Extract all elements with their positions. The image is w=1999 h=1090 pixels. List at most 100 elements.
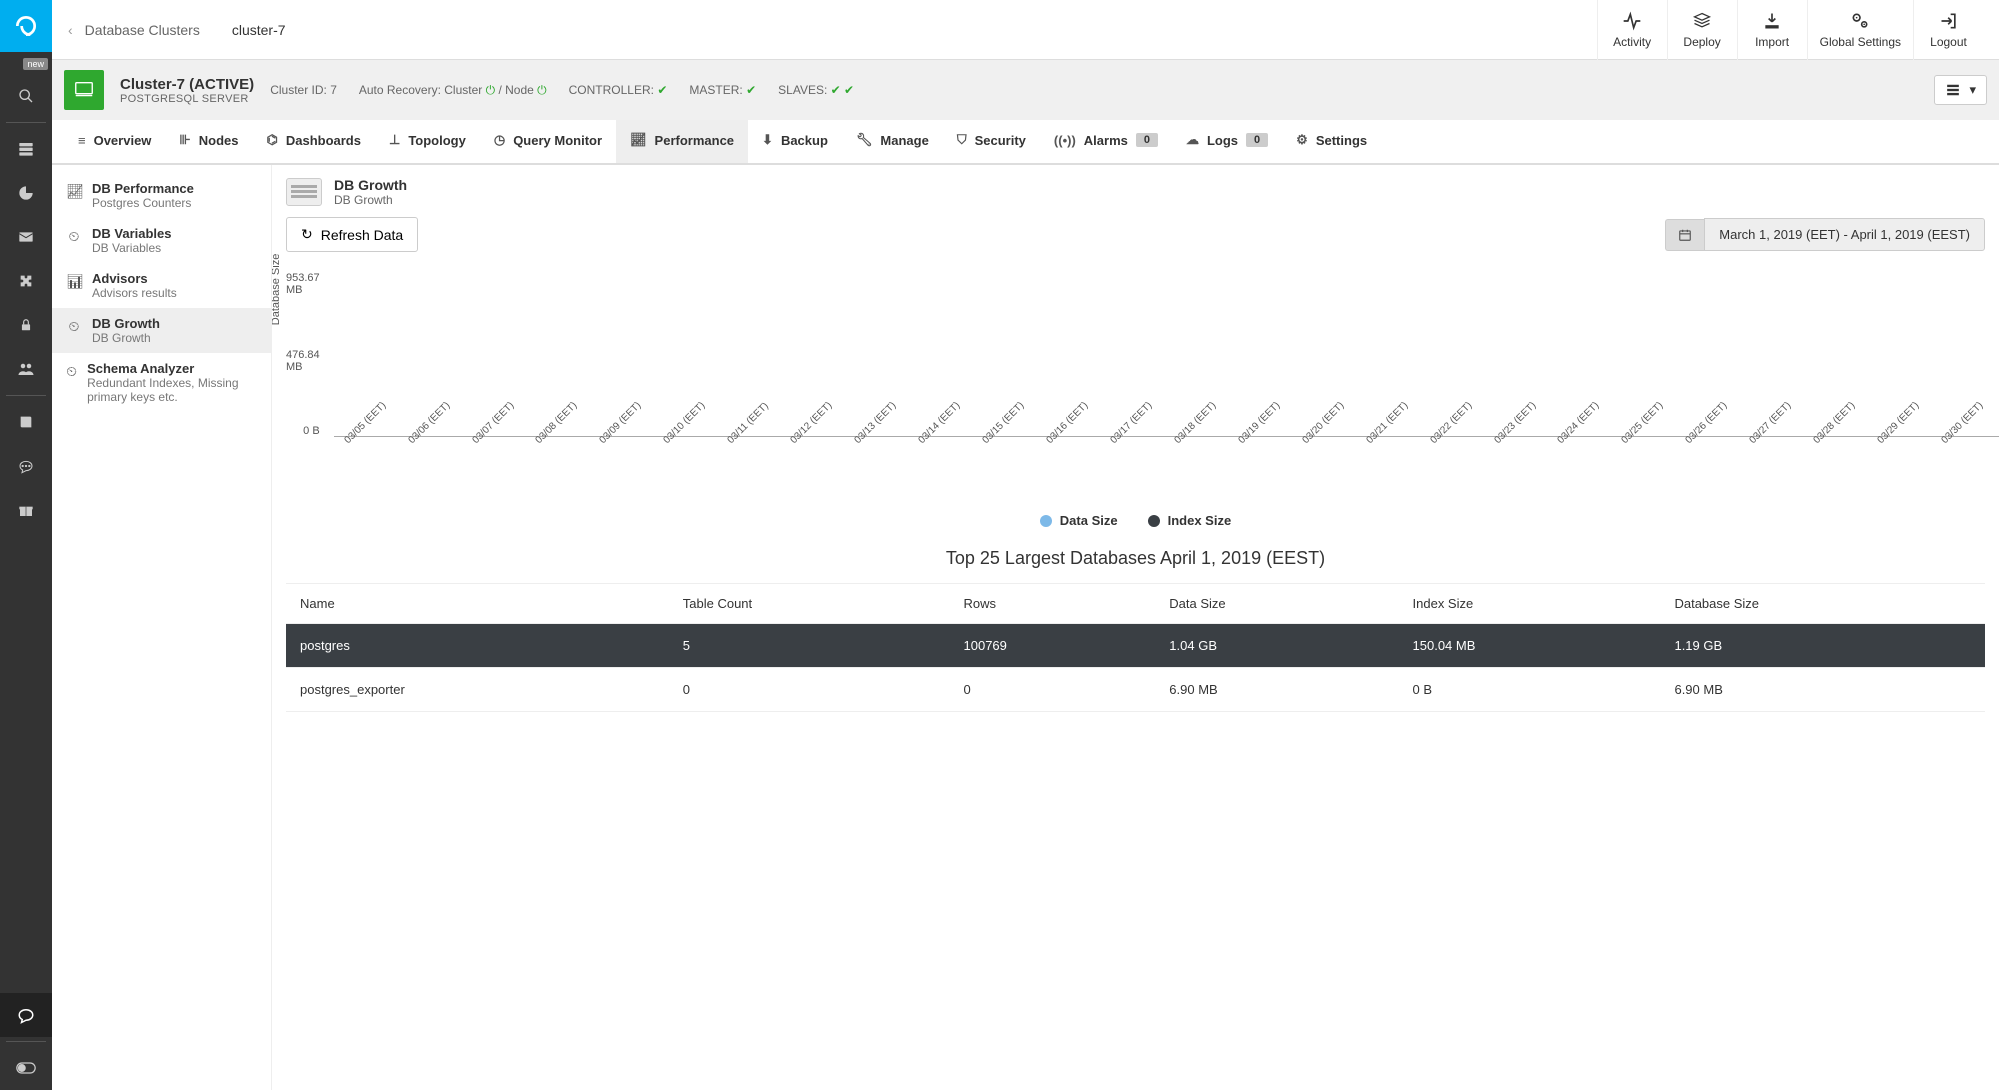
tab-logs[interactable]: ☁︎Logs0 xyxy=(1172,120,1282,163)
tab-alarms[interactable]: ((•))Alarms0 xyxy=(1040,120,1172,163)
tab-security[interactable]: ⛉Security xyxy=(943,120,1040,163)
check-icon: ✔ xyxy=(657,83,667,97)
search-icon[interactable] xyxy=(0,74,52,118)
logs-count-badge: 0 xyxy=(1246,133,1268,147)
logout-button[interactable]: Logout xyxy=(1913,0,1983,60)
table-row[interactable]: postgres_exporter006.90 MB0 B6.90 MB xyxy=(286,668,1985,712)
tab-dashboards[interactable]: ⌬Dashboards xyxy=(252,120,375,163)
table-cell: 1.04 GB xyxy=(1155,624,1398,668)
cluster-title: Cluster-7 (ACTIVE) xyxy=(120,76,254,93)
table-title: Top 25 Largest Databases April 1, 2019 (… xyxy=(286,548,1985,569)
sidebar-item-db-growth[interactable]: ⏲︎ DB GrowthDB Growth xyxy=(52,308,271,353)
refresh-icon: ↻ xyxy=(301,226,313,243)
table-cell: 0 xyxy=(950,668,1156,712)
tab-settings[interactable]: ⚙︎Settings xyxy=(1282,120,1381,163)
x-axis: 03/05 (EET)03/06 (EET)03/07 (EET)03/08 (… xyxy=(334,441,1999,501)
list-icon: ≡ xyxy=(78,133,86,148)
gauge-icon: ⏲︎ xyxy=(66,228,82,245)
topology-icon: ⊥ xyxy=(389,132,400,148)
cluster-header: Cluster-7 (ACTIVE) POSTGRESQL SERVER Clu… xyxy=(52,60,1999,120)
import-icon xyxy=(1762,11,1782,31)
chart-legend: Data Size Index Size xyxy=(286,513,1985,528)
logout-icon xyxy=(1939,11,1959,31)
legend-data-size: Data Size xyxy=(1040,513,1118,528)
table-cell: 5 xyxy=(669,624,950,668)
sidebar-item-schema-analyzer[interactable]: ⏲︎ Schema AnalyzerRedundant Indexes, Mis… xyxy=(52,353,271,412)
stats-icon: 📊︎ xyxy=(66,273,82,290)
breadcrumb: ‹ Database Clusters cluster-7 xyxy=(68,22,286,38)
mail-icon[interactable] xyxy=(0,215,52,259)
table-cell: 6.90 MB xyxy=(1660,668,1985,712)
activity-button[interactable]: Activity xyxy=(1597,0,1667,60)
download-icon: ⬇︎ xyxy=(762,132,773,148)
nodes-icon: ⊪ xyxy=(179,132,190,148)
chart-line-icon: 📈︎ xyxy=(66,183,82,200)
legend-index-size: Index Size xyxy=(1148,513,1232,528)
caret-down-icon: ▾ xyxy=(1969,82,1976,98)
view-mode-button[interactable]: ▾ xyxy=(1934,75,1987,105)
lock-icon[interactable] xyxy=(0,303,52,347)
global-settings-button[interactable]: Global Settings xyxy=(1807,0,1913,60)
tab-performance[interactable]: 📈︎Performance xyxy=(616,120,748,163)
servers-icon[interactable] xyxy=(0,127,52,171)
broadcast-icon: ((•)) xyxy=(1054,133,1076,148)
table-header-cell: Database Size xyxy=(1660,584,1985,624)
chart-icon[interactable] xyxy=(0,171,52,215)
table-header-cell: Table Count xyxy=(669,584,950,624)
tabs: ≡Overview ⊪Nodes ⌬Dashboards ⊥Topology ◷… xyxy=(52,120,1999,165)
sidebar-item-db-variables[interactable]: ⏲︎ DB VariablesDB Variables xyxy=(52,218,271,263)
power-icon: ⏻ xyxy=(537,83,547,97)
import-button[interactable]: Import xyxy=(1737,0,1807,60)
table-cell: 6.90 MB xyxy=(1155,668,1398,712)
tab-topology[interactable]: ⊥Topology xyxy=(375,120,480,163)
table-row[interactable]: postgres51007691.04 GB150.04 MB1.19 GB xyxy=(286,624,1985,668)
table-body: postgres51007691.04 GB150.04 MB1.19 GBpo… xyxy=(286,624,1985,712)
deploy-icon xyxy=(1692,11,1712,31)
table-header-cell: Rows xyxy=(950,584,1156,624)
table-cell: 100769 xyxy=(950,624,1156,668)
table-header-row: NameTable CountRowsData SizeIndex SizeDa… xyxy=(286,584,1985,624)
y-tick: 476.84 MB xyxy=(286,349,320,373)
tab-overview[interactable]: ≡Overview xyxy=(64,120,165,163)
deploy-button[interactable]: Deploy xyxy=(1667,0,1737,60)
power-icon: ⏻ xyxy=(486,83,499,97)
gears-icon xyxy=(1849,11,1871,31)
y-axis: Database Size 953.67 MB 476.84 MB 0 B xyxy=(286,272,326,437)
table-cell: postgres xyxy=(286,624,669,668)
chat-active-icon[interactable] xyxy=(0,993,52,1037)
chevron-left-icon[interactable]: ‹ xyxy=(68,22,73,38)
check-icon: ✔ ✔ xyxy=(831,83,854,97)
chart-line-icon: 📈︎ xyxy=(630,132,647,148)
tab-query-monitor[interactable]: ◷Query Monitor xyxy=(480,120,616,163)
calendar-button[interactable] xyxy=(1665,219,1704,251)
db-stack-icon xyxy=(286,178,322,206)
top-bar: ‹ Database Clusters cluster-7 Activity D… xyxy=(52,0,1999,60)
sidebar-item-advisors[interactable]: 📊︎ AdvisorsAdvisors results xyxy=(52,263,271,308)
table-cell: 150.04 MB xyxy=(1399,624,1661,668)
puzzle-icon[interactable] xyxy=(0,259,52,303)
table-cell: 1.19 GB xyxy=(1660,624,1985,668)
date-range[interactable]: March 1, 2019 (EET) - April 1, 2019 (EES… xyxy=(1704,218,1985,251)
gift-icon[interactable] xyxy=(0,488,52,532)
tab-nodes[interactable]: ⊪Nodes xyxy=(165,120,252,163)
clock-icon: ◷ xyxy=(494,132,505,148)
users-icon[interactable] xyxy=(0,347,52,391)
breadcrumb-root[interactable]: Database Clusters xyxy=(85,22,200,38)
refresh-button[interactable]: ↻ Refresh Data xyxy=(286,217,418,252)
sidebar-item-db-performance[interactable]: 📈︎ DB PerformancePostgres Counters xyxy=(52,173,271,218)
table-cell: postgres_exporter xyxy=(286,668,669,712)
gear-icon: ⚙︎ xyxy=(1296,132,1308,148)
tab-backup[interactable]: ⬇︎Backup xyxy=(748,120,842,163)
chat-icon[interactable] xyxy=(0,444,52,488)
tab-manage[interactable]: 🔧︎Manage xyxy=(842,120,943,163)
table-cell: 0 xyxy=(669,668,950,712)
cluster-subtitle: POSTGRESQL SERVER xyxy=(120,93,254,105)
toggle-icon[interactable] xyxy=(0,1046,52,1090)
cluster-id: Cluster ID: 7 xyxy=(270,83,337,97)
book-icon[interactable] xyxy=(0,400,52,444)
panel-title: DB Growth xyxy=(334,177,407,193)
y-tick: 953.67 MB xyxy=(286,272,320,296)
app-logo[interactable] xyxy=(0,0,52,52)
panel: DB Growth DB Growth ↻ Refresh Data March… xyxy=(272,165,1999,1090)
performance-sidebar: 📈︎ DB PerformancePostgres Counters ⏲︎ DB… xyxy=(52,165,272,1090)
